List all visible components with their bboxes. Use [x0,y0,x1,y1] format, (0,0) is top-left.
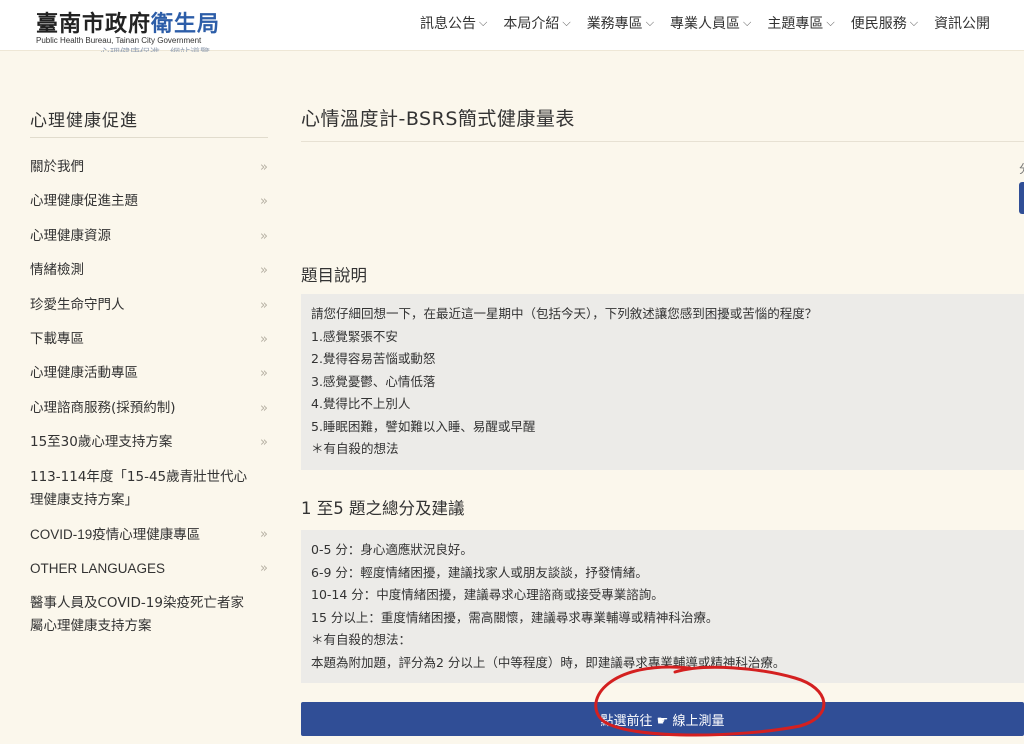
sidebar-item-youth-support[interactable]: 15至30歲心理支持方案 » [30,431,268,454]
scoring-line: ＊有自殺的想法： [311,632,412,647]
sidebar-item-label: 心理諮商服務(採預約制) [30,399,176,416]
nav-label: 主題專區 [767,16,824,32]
nav-label: 專業人員區 [670,16,741,32]
double-chevron-right-icon: » [260,297,268,313]
main-nav: 訊息公告 ⌵ 本局介紹 ⌵ 業務專區 ⌵ 專業人員區 ⌵ 主題專區 ⌵ 便民服務 ⌵ 資訊公… [420,13,1006,33]
nav-label: 本局介紹 [503,16,560,32]
chevron-down-icon: ⌵ [826,16,835,29]
double-chevron-right-icon: » [260,331,268,347]
nav-item-announcements[interactable]: 訊息公告 ⌵ [420,13,487,33]
double-chevron-right-icon: » [260,435,268,451]
double-chevron-right-icon: » [260,228,268,244]
scoring-box: 0-5 分：身心適應狀況良好。 6-9 分：輕度情緒困擾，建議找家人或朋友談談，… [301,530,1024,683]
sidebar-item-label: 心理健康促進主題 [30,193,138,210]
sidebar-item-adult-support[interactable]: 113-114年度「15-45歲青壯世代心理健康支持方案」 [30,466,268,512]
chevron-down-icon: ⌵ [479,16,488,29]
chevron-down-icon: ⌵ [562,16,571,29]
instruction-line: 5.睡眠困難，譬如難以入睡、易醒或早醒 [311,418,536,434]
sidebar-item-label: COVID-19疫情心理健康專區 [30,526,201,542]
instruction-line: 2.覺得容易苦惱或動怒 [311,351,436,366]
scoring-line: 本題為附加題，評分為2 分以上（中等程度）時，即建議尋求專業輔導或精神科治療。 [311,654,786,670]
sidebar-item-label: 關於我們 [30,159,84,175]
sidebar-item-label: 心理健康資源 [30,227,111,244]
sidebar-item-downloads[interactable]: 下載專區 » [30,328,268,351]
chevron-down-icon: ⌵ [909,16,919,29]
instruction-line: 3.感覺憂鬱、心情低落 [311,373,436,389]
header-ghost-text: 心理健康促進 網站導覽 [100,44,210,52]
section-title-scoring: 1 至5 題之總分及建議 [301,499,465,518]
sidebar-title: 心理健康促進 [30,104,268,138]
nav-item-professionals[interactable]: 專業人員區 ⌵ [670,13,751,33]
nav-item-services[interactable]: 業務專區 ⌵ [587,13,654,33]
sidebar-item-label: 醫事人員及COVID-19染疫死亡者家屬心理健康支持方案 [30,594,244,634]
instructions-box: 請您仔細回想一下，在最近這一星期中（包括今天），下列敘述讓您感到困擾或苦惱的程度… [301,294,1024,470]
nav-item-about[interactable]: 本局介紹 ⌵ [503,13,570,33]
main-content: 心情溫度計-BSRS簡式健康量表 [301,104,1024,142]
instruction-line: 1.感覺緊張不安 [311,328,398,344]
chevron-down-icon: ⌵ [645,16,655,29]
logo-prefix: 臺南市政府 [36,12,152,37]
instruction-line: ＊有自殺的想法 [311,441,399,456]
scoring-line: 15 分以上：重度情緒困擾，需高關懷，建議尋求專業輔導或精神科治療。 [311,609,719,625]
double-chevron-right-icon: » [260,561,268,577]
sidebar-item-label: 15至30歲心理支持方案 [30,434,173,451]
sidebar-item-label: 情緒檢測 [30,262,84,279]
nav-item-info-disclosure[interactable]: 資訊公開 [934,13,990,33]
side-stub-button[interactable] [1019,182,1024,214]
sidebar-item-covid-bereaved[interactable]: 醫事人員及COVID-19染疫死亡者家屬心理健康支持方案 [30,592,268,638]
sidebar-item-other-languages[interactable]: OTHER LANGUAGES » [30,557,268,580]
scoring-line: 6-9 分：輕度情緒困擾，建議找家人或朋友談談，抒發情緒。 [311,564,648,580]
sidebar-item-about-us[interactable]: 關於我們 » [30,156,268,179]
nav-item-public-service[interactable]: 便民服務 ⌵ [851,13,918,33]
scoring-line: 10-14 分：中度情緒困擾，建議尋求心理諮商或接受專業諮詢。 [311,587,664,602]
site-header: 臺南市政府衛生局 Public Health Bureau, Tainan Ci… [0,0,1024,52]
sidebar-item-label: 心理健康活動專區 [30,365,138,382]
sidebar-list: 關於我們 » 心理健康促進主題 » 心理健康資源 » 情緒檢測 » 珍愛生命守門人 » 下… [30,156,268,638]
nav-label: 便民服務 [850,16,907,32]
page-title: 心情溫度計-BSRS簡式健康量表 [301,104,1024,142]
sidebar-item-label: OTHER LANGUAGES [30,561,166,577]
logo-accent: 衛生局 [151,12,221,37]
nav-label: 業務專區 [586,16,643,32]
instruction-line: 請您仔細回想一下，在最近這一星期中（包括今天），下列敘述讓您感到困擾或苦惱的程度… [311,306,818,321]
double-chevron-right-icon: » [260,400,268,416]
section-title-instructions: 題目說明 [301,266,367,285]
sidebar-item-covid[interactable]: COVID-19疫情心理健康專區 » [30,523,268,546]
sidebar-item-gatekeeper[interactable]: 珍愛生命守門人 » [30,294,268,317]
sidebar-item-mood-check[interactable]: 情緒檢測 » [30,259,268,282]
side-stub-text: 分 [1019,160,1024,174]
nav-label: 訊息公告 [420,16,476,32]
double-chevron-right-icon: » [260,194,268,210]
sidebar-item-counseling[interactable]: 心理諮商服務(採預約制) » [30,397,268,420]
scoring-line: 0-5 分：身心適應狀況良好。 [311,542,473,557]
sidebar-item-label: 珍愛生命守門人 [30,296,125,313]
chevron-down-icon: ⌵ [743,16,752,29]
sidebar-item-topics[interactable]: 心理健康促進主題 » [30,190,268,213]
nav-label: 資訊公開 [934,16,991,32]
sidebar: 心理健康促進 關於我們 » 心理健康促進主題 » 心理健康資源 » 情緒檢測 » 珍愛生… [30,104,268,649]
nav-item-topics[interactable]: 主題專區 ⌵ [767,13,834,33]
instruction-line: 4.覺得比不上別人 [311,396,411,411]
sidebar-item-label: 下載專區 [30,330,84,347]
online-test-button[interactable]: 點選前往 ☛ 線上測量 [301,702,1024,736]
site-logo[interactable]: 臺南市政府衛生局 [36,6,220,38]
double-chevron-right-icon: » [260,526,268,542]
double-chevron-right-icon: » [260,160,268,175]
sidebar-item-resources[interactable]: 心理健康資源 » [30,225,268,248]
sidebar-item-activities[interactable]: 心理健康活動專區 » [30,362,268,385]
double-chevron-right-icon: » [260,366,268,382]
sidebar-item-label: 113-114年度「15-45歲青壯世代心理健康支持方案」 [30,468,248,508]
double-chevron-right-icon: » [260,263,268,279]
